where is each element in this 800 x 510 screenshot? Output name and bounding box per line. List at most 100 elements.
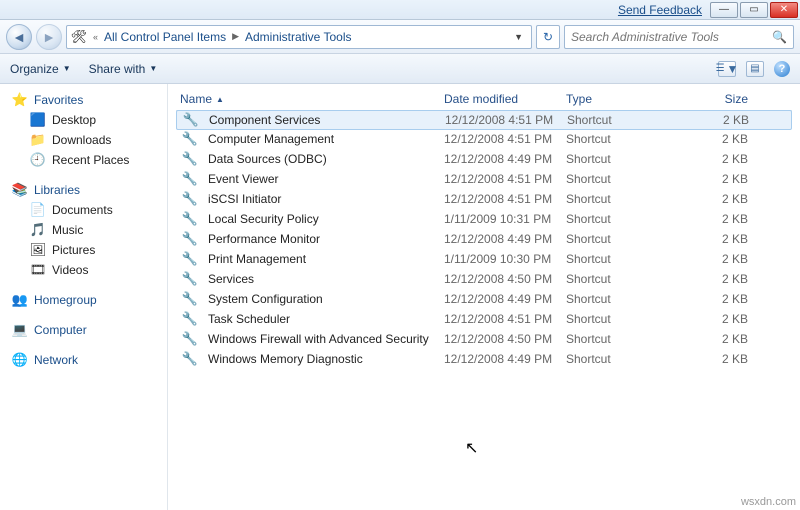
file-row[interactable]: 🔧Windows Memory Diagnostic12/12/2008 4:4… bbox=[176, 349, 792, 369]
sidebar-group-computer[interactable]: 💻 Computer bbox=[0, 320, 167, 340]
file-size: 2 KB bbox=[676, 332, 756, 346]
file-name: Services bbox=[208, 272, 254, 286]
column-header-name[interactable]: Name ▲ bbox=[176, 92, 444, 106]
file-name: Print Management bbox=[208, 252, 306, 266]
shortcut-icon: 🔧 bbox=[182, 271, 198, 287]
file-size: 2 KB bbox=[676, 252, 756, 266]
back-button[interactable]: ◄ bbox=[6, 24, 32, 50]
file-size: 2 KB bbox=[676, 172, 756, 186]
sidebar-item[interactable]: 🕘 Recent Places bbox=[0, 150, 167, 170]
sidebar-item[interactable]: 🟦 Desktop bbox=[0, 110, 167, 130]
shortcut-icon: 🔧 bbox=[182, 211, 198, 227]
chevron-left-icon[interactable]: « bbox=[93, 32, 98, 42]
file-size: 2 KB bbox=[676, 132, 756, 146]
item-icon: 🖼 bbox=[30, 242, 46, 258]
file-row[interactable]: 🔧Print Management1/11/2009 10:30 PMShort… bbox=[176, 249, 792, 269]
file-type: Shortcut bbox=[566, 132, 676, 146]
organize-button[interactable]: Organize▼ bbox=[10, 62, 71, 76]
file-date: 12/12/2008 4:49 PM bbox=[444, 232, 566, 246]
column-headers: Name ▲ Date modified Type Size bbox=[176, 88, 792, 111]
file-size: 2 KB bbox=[676, 152, 756, 166]
libraries-icon: 📚 bbox=[12, 182, 28, 198]
search-icon[interactable]: 🔍 bbox=[772, 30, 787, 44]
file-name: Task Scheduler bbox=[208, 312, 290, 326]
column-header-date[interactable]: Date modified bbox=[444, 92, 566, 106]
file-size: 2 KB bbox=[676, 212, 756, 226]
file-size: 2 KB bbox=[676, 272, 756, 286]
sidebar-item[interactable]: 🎞Videos bbox=[0, 260, 167, 280]
file-row[interactable]: 🔧Component Services12/12/2008 4:51 PMSho… bbox=[176, 110, 792, 130]
share-with-button[interactable]: Share with▼ bbox=[89, 62, 158, 76]
item-icon: 🟦 bbox=[30, 112, 46, 128]
minimize-button[interactable]: — bbox=[710, 2, 738, 18]
sidebar-item[interactable]: 📁 Downloads bbox=[0, 130, 167, 150]
sidebar-item-label: Videos bbox=[52, 263, 88, 277]
file-date: 12/12/2008 4:51 PM bbox=[445, 113, 567, 127]
file-row[interactable]: 🔧iSCSI Initiator12/12/2008 4:51 PMShortc… bbox=[176, 189, 792, 209]
sidebar-item[interactable]: 🎵 Music bbox=[0, 220, 167, 240]
file-row[interactable]: 🔧Computer Management12/12/2008 4:51 PMSh… bbox=[176, 129, 792, 149]
sidebar-item-label: Music bbox=[52, 223, 83, 237]
content-area: ⭐ Favorites 🟦 Desktop 📁 Downloads 🕘 Recent Pl… bbox=[0, 84, 800, 510]
file-type: Shortcut bbox=[566, 332, 676, 346]
file-type: Shortcut bbox=[566, 232, 676, 246]
file-row[interactable]: 🔧Windows Firewall with Advanced Security… bbox=[176, 329, 792, 349]
file-size: 2 KB bbox=[676, 232, 756, 246]
file-row[interactable]: 🔧Local Security Policy1/11/2009 10:31 PM… bbox=[176, 209, 792, 229]
item-icon: 📄 bbox=[30, 202, 46, 218]
sidebar-item[interactable]: 📄Documents bbox=[0, 200, 167, 220]
sidebar-group-libraries[interactable]: 📚 Libraries bbox=[0, 180, 167, 200]
send-feedback-link[interactable]: Send Feedback bbox=[618, 3, 702, 17]
column-header-size[interactable]: Size bbox=[676, 92, 756, 106]
address-dropdown[interactable]: ▼ bbox=[510, 32, 527, 42]
sidebar-group-favorites[interactable]: ⭐ Favorites bbox=[0, 90, 167, 110]
file-date: 12/12/2008 4:49 PM bbox=[444, 352, 566, 366]
star-icon: ⭐ bbox=[12, 92, 28, 108]
file-name: System Configuration bbox=[208, 292, 323, 306]
sidebar-item[interactable]: 🖼Pictures bbox=[0, 240, 167, 260]
sidebar-item-label: Recent Places bbox=[52, 153, 129, 167]
file-date: 1/11/2009 10:30 PM bbox=[444, 252, 566, 266]
file-size: 2 KB bbox=[676, 192, 756, 206]
item-icon: 🎵 bbox=[30, 222, 46, 238]
file-name: Data Sources (ODBC) bbox=[208, 152, 327, 166]
file-date: 12/12/2008 4:49 PM bbox=[444, 152, 566, 166]
file-row[interactable]: 🔧Performance Monitor12/12/2008 4:49 PMSh… bbox=[176, 229, 792, 249]
breadcrumb-parent[interactable]: All Control Panel Items bbox=[104, 30, 226, 44]
view-options-button[interactable]: ☰▼ bbox=[718, 61, 736, 77]
file-type: Shortcut bbox=[566, 192, 676, 206]
maximize-button[interactable]: ▭ bbox=[740, 2, 768, 18]
sidebar-group-network[interactable]: 🌐 Network bbox=[0, 350, 167, 370]
file-type: Shortcut bbox=[566, 292, 676, 306]
close-button[interactable]: ✕ bbox=[770, 2, 798, 18]
sidebar-label: Computer bbox=[34, 323, 87, 337]
file-row[interactable]: 🔧System Configuration12/12/2008 4:49 PMS… bbox=[176, 289, 792, 309]
computer-icon: 💻 bbox=[12, 322, 28, 338]
search-box[interactable]: 🔍 bbox=[564, 25, 794, 49]
help-button[interactable]: ? bbox=[774, 61, 790, 77]
sidebar-group-homegroup[interactable]: 👥 Homegroup bbox=[0, 290, 167, 310]
refresh-button[interactable]: ↻ bbox=[536, 25, 560, 49]
search-input[interactable] bbox=[571, 30, 772, 44]
preview-pane-button[interactable]: ▤ bbox=[746, 61, 764, 77]
sidebar-item-label: Desktop bbox=[52, 113, 96, 127]
command-bar: Organize▼ Share with▼ ☰▼ ▤ ? bbox=[0, 54, 800, 84]
file-size: 2 KB bbox=[676, 292, 756, 306]
address-bar[interactable]: 🛠 « All Control Panel Items ▶ Administra… bbox=[66, 25, 532, 49]
item-icon: 📁 bbox=[30, 132, 46, 148]
file-row[interactable]: 🔧Data Sources (ODBC)12/12/2008 4:49 PMSh… bbox=[176, 149, 792, 169]
file-row[interactable]: 🔧Event Viewer12/12/2008 4:51 PMShortcut2… bbox=[176, 169, 792, 189]
file-date: 12/12/2008 4:51 PM bbox=[444, 172, 566, 186]
sidebar-item-label: Downloads bbox=[52, 133, 111, 147]
file-row[interactable]: 🔧Task Scheduler12/12/2008 4:51 PMShortcu… bbox=[176, 309, 792, 329]
file-type: Shortcut bbox=[566, 152, 676, 166]
file-row[interactable]: 🔧Services12/12/2008 4:50 PMShortcut2 KB bbox=[176, 269, 792, 289]
column-header-type[interactable]: Type bbox=[566, 92, 676, 106]
forward-button[interactable]: ► bbox=[36, 24, 62, 50]
navigation-bar: ◄ ► 🛠 « All Control Panel Items ▶ Admini… bbox=[0, 20, 800, 54]
file-size: 2 KB bbox=[676, 352, 756, 366]
breadcrumb-current[interactable]: Administrative Tools bbox=[245, 30, 352, 44]
file-date: 12/12/2008 4:51 PM bbox=[444, 132, 566, 146]
item-icon: 🕘 bbox=[30, 152, 46, 168]
shortcut-icon: 🔧 bbox=[182, 131, 198, 147]
